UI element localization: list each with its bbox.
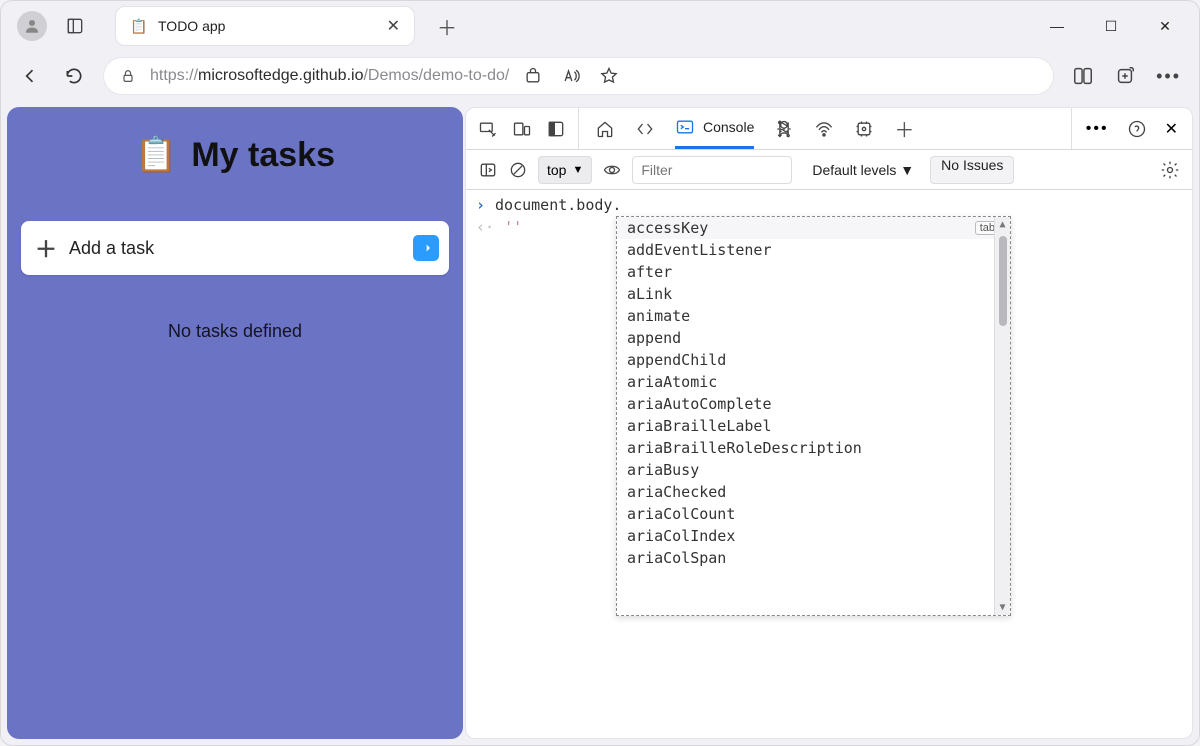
- console-output-text: '': [504, 218, 522, 236]
- tab-title: TODO app: [158, 18, 225, 34]
- autocomplete-item[interactable]: ariaAtomic: [617, 371, 1010, 393]
- autocomplete-item[interactable]: ariaColCount: [617, 503, 1010, 525]
- refresh-button[interactable]: [59, 61, 89, 91]
- devtools-add-tab-icon[interactable]: ＋: [894, 114, 914, 143]
- live-expression-icon[interactable]: [602, 160, 622, 180]
- autocomplete-popup[interactable]: accessKey tab addEventListener after aLi…: [616, 216, 1011, 616]
- devtools-tab-console-label: Console: [703, 119, 754, 135]
- tab-close-icon[interactable]: ✕: [387, 16, 400, 36]
- autocomplete-item[interactable]: animate: [617, 305, 1010, 327]
- autocomplete-item[interactable]: ariaBrailleLabel: [617, 415, 1010, 437]
- read-aloud-icon[interactable]: [561, 66, 581, 86]
- console-settings-gear-icon[interactable]: [1160, 160, 1180, 180]
- console-sidebar-toggle-icon[interactable]: [478, 160, 498, 180]
- new-tab-button[interactable]: ＋: [429, 8, 465, 44]
- empty-state-text: No tasks defined: [168, 321, 302, 342]
- devtools-tab-welcome[interactable]: [595, 108, 615, 149]
- prompt-chevron-icon: ›: [476, 196, 485, 214]
- devtools-tab-elements[interactable]: [635, 108, 655, 149]
- clipboard-icon: 📋: [135, 135, 177, 175]
- autocomplete-item[interactable]: ariaAutoComplete: [617, 393, 1010, 415]
- browser-tab[interactable]: 📋 TODO app ✕: [115, 6, 415, 46]
- back-button[interactable]: [15, 61, 45, 91]
- window-maximize-icon[interactable]: ☐: [1101, 18, 1121, 35]
- lock-icon: [120, 68, 136, 84]
- console-issues-button[interactable]: No Issues: [930, 156, 1014, 184]
- autocomplete-item[interactable]: addEventListener: [617, 239, 1010, 261]
- scroll-up-icon[interactable]: ▲: [999, 219, 1005, 230]
- autocomplete-item[interactable]: appendChild: [617, 349, 1010, 371]
- devtools-close-icon[interactable]: ✕: [1165, 119, 1178, 139]
- autocomplete-item[interactable]: ariaBrailleRoleDescription: [617, 437, 1010, 459]
- autocomplete-item[interactable]: aLink: [617, 283, 1010, 305]
- tab-favicon-clipboard-icon: 📋: [130, 17, 148, 35]
- autocomplete-item[interactable]: ariaColIndex: [617, 525, 1010, 547]
- devtools-more-icon[interactable]: •••: [1086, 120, 1109, 138]
- scroll-down-icon[interactable]: ▼: [999, 602, 1005, 613]
- titlebar: 📋 TODO app ✕ ＋ — ☐ ✕: [1, 1, 1199, 51]
- autocomplete-item[interactable]: append: [617, 327, 1010, 349]
- device-toolbar-icon[interactable]: [512, 119, 532, 139]
- autocomplete-item[interactable]: after: [617, 261, 1010, 283]
- console-body[interactable]: › document.body. ‹· '' accessKey tab add…: [466, 190, 1192, 738]
- url-text: https://microsoftedge.github.io/Demos/de…: [150, 67, 509, 85]
- add-task-submit-button[interactable]: [413, 235, 439, 261]
- devtools-tab-sources-icon[interactable]: [774, 119, 794, 139]
- scroll-thumb[interactable]: [999, 236, 1007, 326]
- collections-icon[interactable]: [1114, 65, 1136, 87]
- address-bar: https://microsoftedge.github.io/Demos/de…: [1, 51, 1199, 101]
- console-toolbar: top▼ Default levels ▼ No Issues: [466, 150, 1192, 190]
- split-screen-icon[interactable]: [1072, 65, 1094, 87]
- more-menu-icon[interactable]: •••: [1156, 66, 1181, 87]
- autocomplete-item[interactable]: ariaBusy: [617, 459, 1010, 481]
- console-input-text[interactable]: document.body.: [495, 196, 621, 214]
- window-controls: — ☐ ✕: [1047, 18, 1189, 35]
- profile-avatar-icon[interactable]: [17, 11, 47, 41]
- autocomplete-scrollbar[interactable]: ▲ ▼: [994, 217, 1010, 615]
- devtools-tab-performance-icon[interactable]: [854, 119, 874, 139]
- devtools-tab-console[interactable]: Console: [675, 108, 754, 149]
- shopping-icon[interactable]: [523, 66, 543, 86]
- console-prompt-row[interactable]: › document.body.: [466, 190, 1192, 216]
- page-title: 📋 My tasks: [135, 135, 335, 175]
- inspect-element-icon[interactable]: [478, 119, 498, 139]
- plus-icon: ＋: [35, 232, 57, 264]
- workspaces-icon[interactable]: [57, 8, 93, 44]
- console-clear-icon[interactable]: [508, 160, 528, 180]
- autocomplete-item[interactable]: accessKey tab: [617, 217, 1010, 239]
- devtools-tab-network-icon[interactable]: [814, 119, 834, 139]
- autocomplete-item[interactable]: ariaColSpan: [617, 547, 1010, 569]
- favorite-star-icon[interactable]: [599, 66, 619, 86]
- window-close-icon[interactable]: ✕: [1155, 18, 1175, 35]
- autocomplete-item[interactable]: ariaChecked: [617, 481, 1010, 503]
- url-bar[interactable]: https://microsoftedge.github.io/Demos/de…: [103, 57, 1054, 95]
- add-task-placeholder: Add a task: [69, 238, 154, 259]
- window-minimize-icon[interactable]: —: [1047, 18, 1067, 35]
- browser-window: 📋 TODO app ✕ ＋ — ☐ ✕ https://microsofted…: [0, 0, 1200, 746]
- devtools-panel: Console ＋ ••• ✕ top▼: [465, 107, 1193, 739]
- add-task-row[interactable]: ＋ Add a task: [21, 221, 449, 275]
- dock-side-icon[interactable]: [546, 119, 566, 139]
- devtools-tabbar: Console ＋ ••• ✕: [466, 108, 1192, 150]
- devtools-help-icon[interactable]: [1127, 119, 1147, 139]
- console-context-select[interactable]: top▼: [538, 156, 592, 184]
- autocomplete-list[interactable]: accessKey tab addEventListener after aLi…: [617, 217, 1010, 615]
- console-filter-input[interactable]: [632, 156, 792, 184]
- todo-page: 📋 My tasks ＋ Add a task No tasks defined: [7, 107, 463, 739]
- console-levels-dropdown[interactable]: Default levels ▼: [812, 162, 914, 178]
- output-chevron-icon: ‹·: [476, 218, 494, 236]
- content-area: 📋 My tasks ＋ Add a task No tasks defined: [1, 101, 1199, 745]
